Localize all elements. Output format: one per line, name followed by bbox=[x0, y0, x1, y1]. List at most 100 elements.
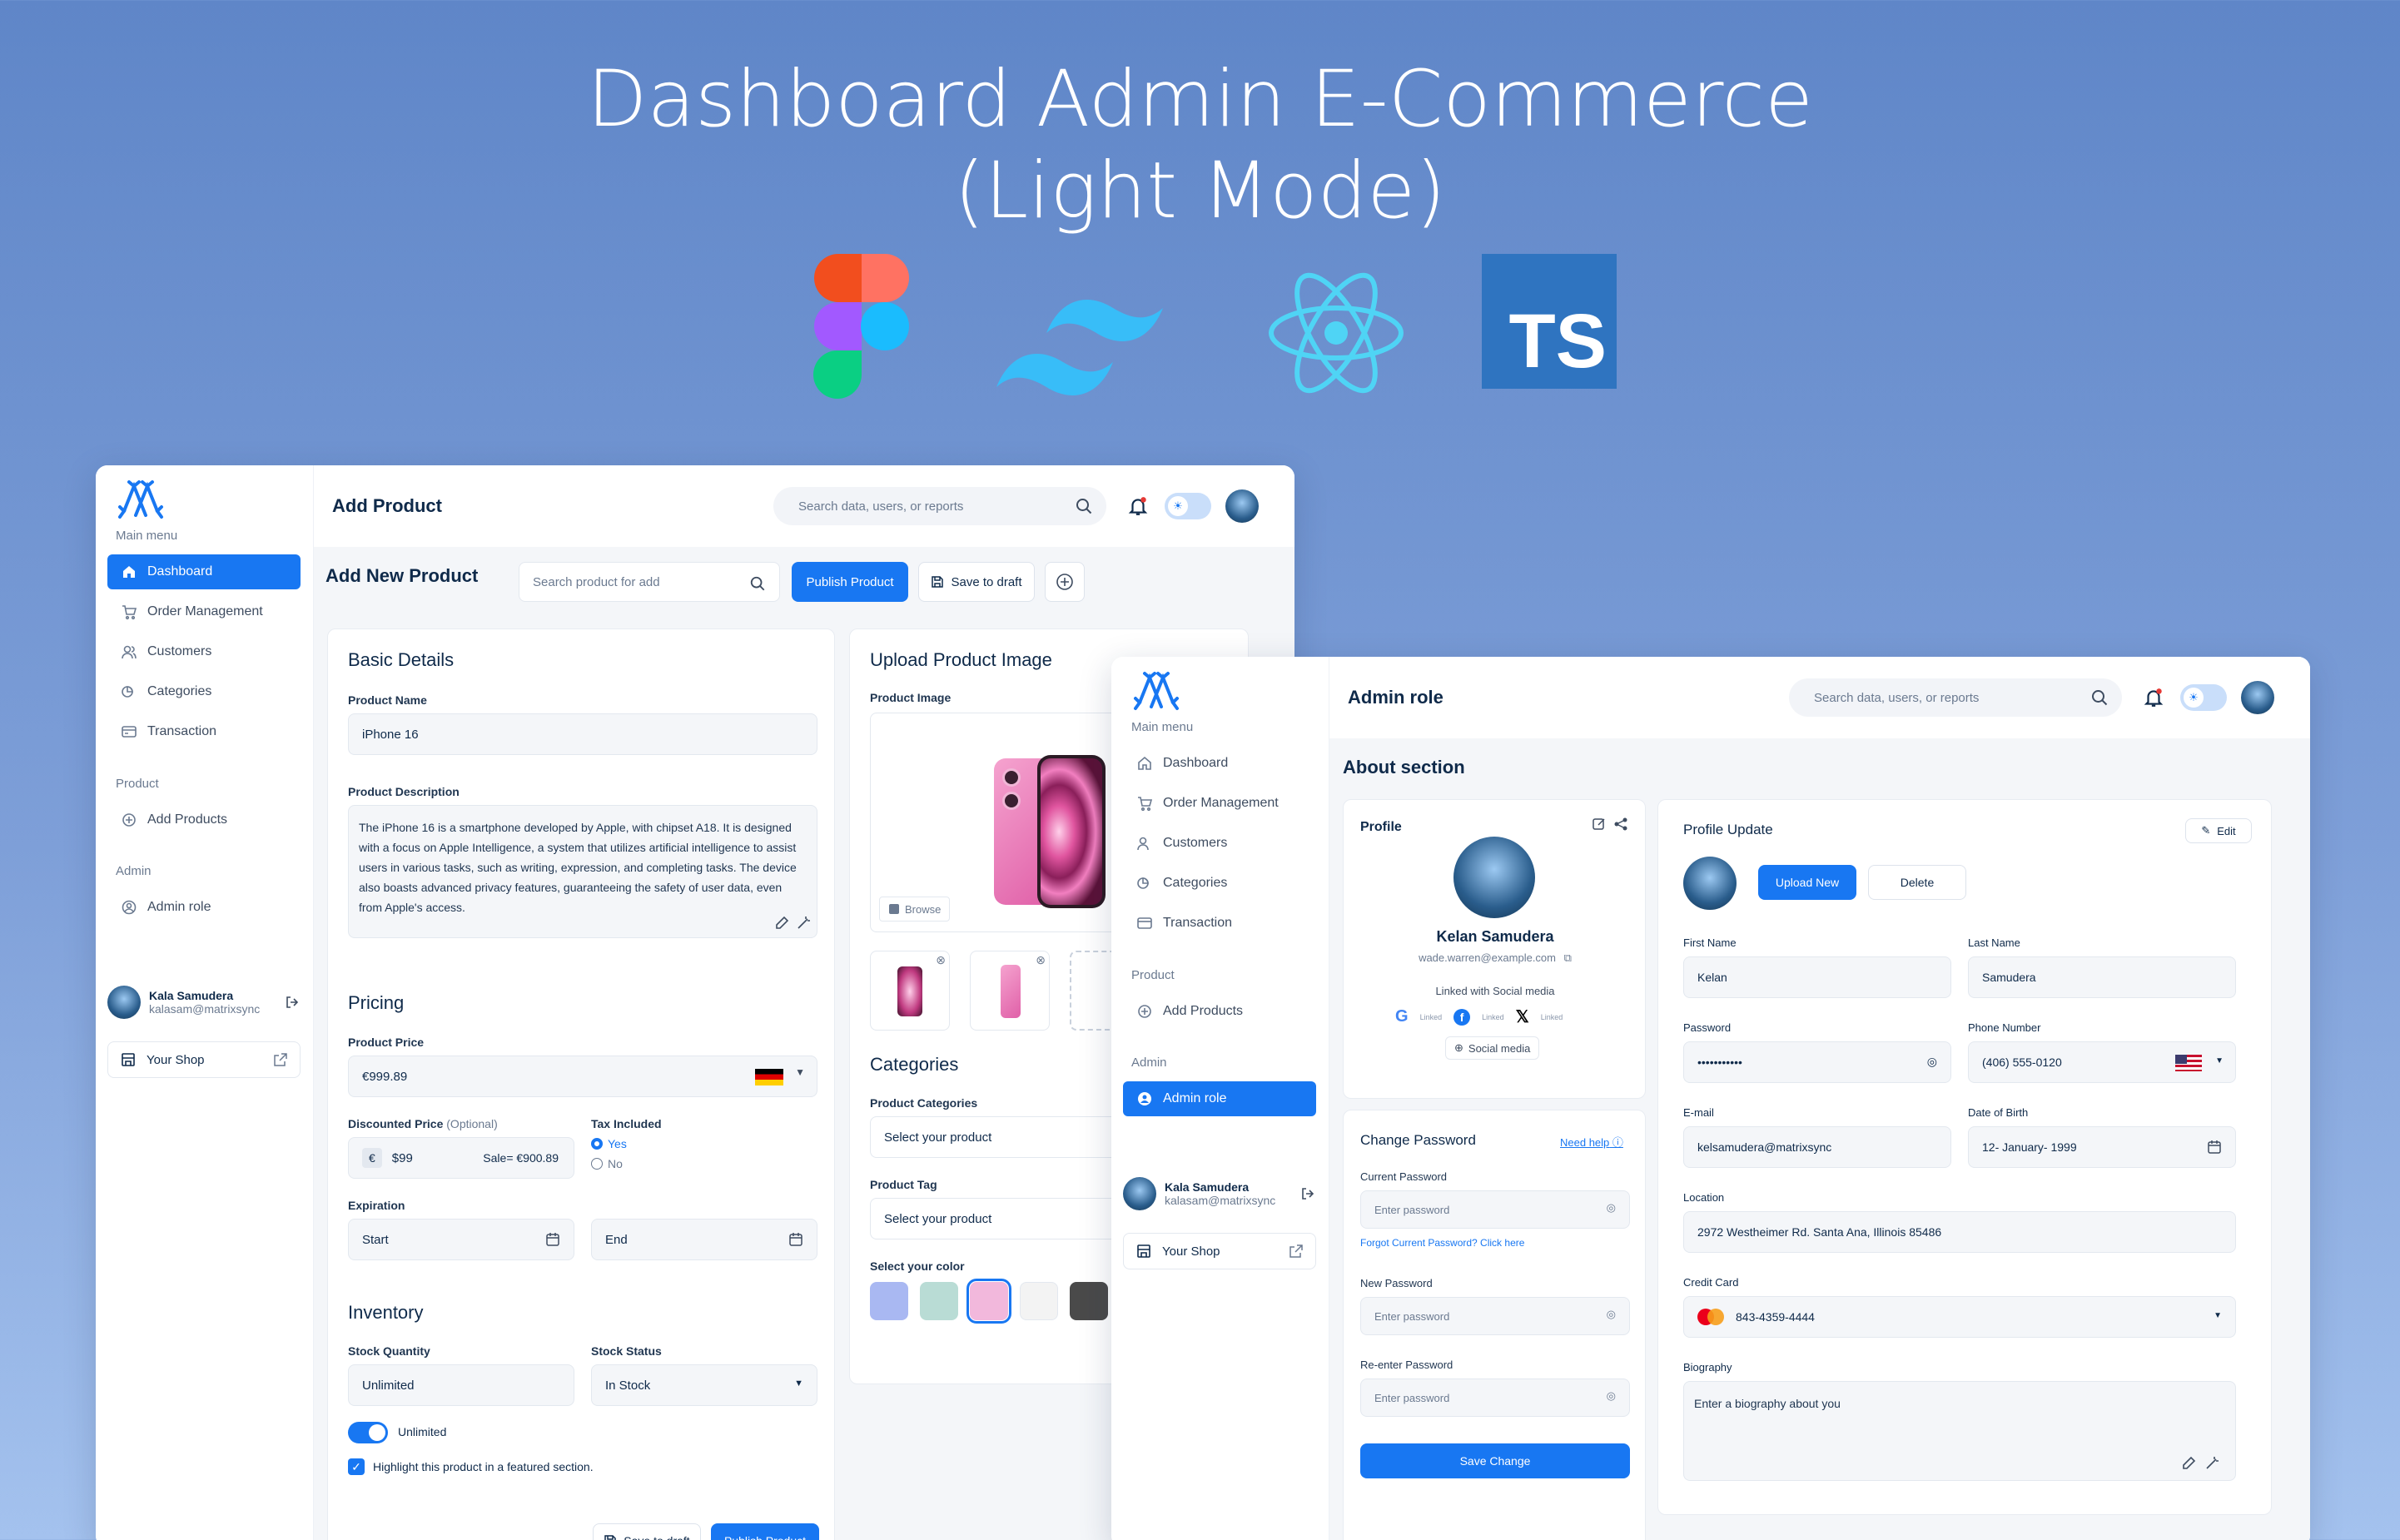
social-media-button[interactable]: ⊕ Social media bbox=[1445, 1036, 1540, 1060]
biography-input[interactable]: Enter a biography about you bbox=[1683, 1381, 2236, 1481]
tax-no-radio[interactable]: No bbox=[591, 1157, 623, 1170]
edit-icon[interactable] bbox=[774, 914, 791, 931]
expiration-start-input[interactable]: Start bbox=[348, 1219, 574, 1260]
sidebar-item-dashboard[interactable]: Dashboard bbox=[1123, 746, 1316, 781]
sidebar-item-customers[interactable]: Customers bbox=[107, 634, 301, 669]
credit-card-select[interactable]: 843-4359-4444 ▼ bbox=[1683, 1296, 2236, 1338]
theme-toggle[interactable]: ☀ bbox=[1165, 493, 1211, 519]
date-of-birth-input[interactable]: 12- January- 1999 bbox=[1968, 1126, 2236, 1168]
sidebar-item-transaction[interactable]: Transaction bbox=[1123, 906, 1316, 941]
location-input[interactable]: 2972 Westheimer Rd. Santa Ana, Illinois … bbox=[1683, 1211, 2236, 1253]
chevron-down-icon[interactable]: ▼ bbox=[795, 1066, 805, 1078]
search-product-input[interactable]: Search product for add bbox=[519, 562, 780, 602]
theme-toggle[interactable]: ☀ bbox=[2180, 684, 2227, 711]
browse-button[interactable]: Browse bbox=[879, 897, 951, 922]
last-name-input[interactable]: Samudera bbox=[1968, 956, 2236, 998]
first-name-input[interactable]: Kelan bbox=[1683, 956, 1951, 998]
eye-off-icon[interactable]: ◎ bbox=[1607, 1389, 1616, 1403]
search-input[interactable]: Search data, users, or reports bbox=[773, 487, 1106, 525]
color-swatch-pink-selected[interactable] bbox=[966, 1279, 1011, 1324]
sidebar-item-admin-role[interactable]: Admin role bbox=[107, 890, 301, 925]
avatar[interactable] bbox=[1123, 1177, 1156, 1210]
snowflake-logo-icon[interactable] bbox=[116, 474, 166, 524]
image-thumbnail[interactable]: ⊗ bbox=[870, 951, 950, 1031]
stock-quantity-label: Stock Quantity bbox=[348, 1344, 430, 1358]
x-icon[interactable]: 𝕏 bbox=[1516, 1006, 1529, 1027]
sidebar-item-transaction[interactable]: Transaction bbox=[107, 714, 301, 749]
logout-icon[interactable] bbox=[1299, 1185, 1316, 1202]
phone-number-input[interactable]: (406) 555-0120 ▼ bbox=[1968, 1041, 2236, 1083]
eye-off-icon[interactable]: ◎ bbox=[1607, 1308, 1616, 1321]
sidebar-item-dashboard[interactable]: Dashboard bbox=[107, 554, 301, 589]
calendar-icon[interactable] bbox=[2207, 1140, 2222, 1155]
avatar[interactable] bbox=[1225, 489, 1259, 523]
chevron-down-icon[interactable]: ▼ bbox=[2215, 1056, 2224, 1066]
your-shop-button[interactable]: Your Shop bbox=[1123, 1233, 1316, 1269]
delete-button[interactable]: Delete bbox=[1868, 865, 1966, 900]
save-draft-button[interactable]: Save to draft bbox=[593, 1523, 701, 1540]
remove-icon[interactable]: ⊗ bbox=[936, 953, 946, 967]
sidebar-item-order-management[interactable]: Order Management bbox=[107, 594, 301, 629]
eye-off-icon[interactable]: ◎ bbox=[1607, 1201, 1616, 1215]
snowflake-logo-icon[interactable] bbox=[1131, 665, 1181, 715]
sidebar-item-admin-role[interactable]: Admin role bbox=[1123, 1081, 1316, 1116]
your-shop-button[interactable]: Your Shop bbox=[107, 1041, 301, 1078]
product-name-input[interactable]: iPhone 16 bbox=[348, 713, 817, 755]
tax-yes-radio[interactable]: Yes bbox=[591, 1137, 627, 1150]
share-icon[interactable] bbox=[1613, 817, 1628, 832]
sidebar-item-categories[interactable]: Categories bbox=[107, 674, 301, 709]
eye-off-icon[interactable]: ◎ bbox=[1927, 1055, 1937, 1069]
save-change-button[interactable]: Save Change bbox=[1360, 1443, 1630, 1478]
publish-product-button[interactable]: Publish Product bbox=[711, 1523, 819, 1540]
image-thumbnail[interactable]: ⊗ bbox=[970, 951, 1050, 1031]
bell-icon[interactable] bbox=[2143, 687, 2164, 708]
facebook-icon[interactable]: f bbox=[1453, 1008, 1471, 1026]
avatar[interactable] bbox=[107, 986, 141, 1019]
copy-icon[interactable]: ⧉ bbox=[1564, 951, 1572, 964]
sidebar-item-order-management[interactable]: Order Management bbox=[1123, 786, 1316, 821]
stock-status-select[interactable]: In Stock ▼ bbox=[591, 1364, 817, 1406]
sidebar-item-add-products[interactable]: Add Products bbox=[107, 802, 301, 837]
reenter-password-input[interactable]: Enter password ◎ bbox=[1360, 1379, 1630, 1417]
avatar[interactable] bbox=[1683, 857, 1737, 910]
sidebar-item-categories[interactable]: Categories bbox=[1123, 866, 1316, 901]
search-input[interactable]: Search data, users, or reports bbox=[1789, 678, 2122, 717]
edit-button[interactable]: ✎ Edit bbox=[2185, 818, 2252, 843]
user-card: Kala Samudera kalasam@matrixsync bbox=[1123, 1170, 1316, 1217]
bell-icon[interactable] bbox=[1127, 495, 1149, 517]
edit-icon[interactable] bbox=[1592, 817, 1607, 832]
avatar[interactable] bbox=[2241, 681, 2274, 714]
remove-icon[interactable]: ⊗ bbox=[1036, 953, 1046, 967]
need-help-link[interactable]: Need help ⓘ bbox=[1560, 1134, 1623, 1150]
forgot-password-link[interactable]: Forgot Current Password? Click here bbox=[1360, 1237, 1524, 1249]
color-swatch-blue[interactable] bbox=[870, 1282, 908, 1320]
logout-icon[interactable] bbox=[284, 994, 301, 1011]
edit-icon[interactable] bbox=[2181, 1454, 2198, 1471]
current-password-input[interactable]: Enter password ◎ bbox=[1360, 1190, 1630, 1229]
upload-new-button[interactable]: Upload New bbox=[1758, 865, 1856, 900]
categories-icon bbox=[122, 686, 133, 698]
add-button[interactable] bbox=[1045, 562, 1085, 602]
google-icon[interactable]: G bbox=[1395, 1007, 1409, 1026]
email-field[interactable]: kelsamudera@matrixsync bbox=[1683, 1126, 1951, 1168]
sidebar-item-add-products[interactable]: Add Products bbox=[1123, 994, 1316, 1029]
chevron-down-icon[interactable]: ▼ bbox=[2214, 1311, 2222, 1320]
new-password-input[interactable]: Enter password ◎ bbox=[1360, 1297, 1630, 1335]
product-price-input[interactable]: €999.89 ▼ bbox=[348, 1056, 817, 1097]
color-swatch-white[interactable] bbox=[1020, 1282, 1058, 1320]
highlight-checkbox[interactable]: ✓ bbox=[348, 1458, 365, 1475]
avatar[interactable] bbox=[1453, 837, 1535, 918]
unlimited-toggle[interactable] bbox=[348, 1422, 388, 1443]
password-input[interactable]: ••••••••••• ◎ bbox=[1683, 1041, 1951, 1083]
magic-wand-icon[interactable] bbox=[2204, 1454, 2221, 1471]
product-description-input[interactable]: The iPhone 16 is a smartphone developed … bbox=[348, 805, 817, 938]
sidebar-item-customers[interactable]: Customers bbox=[1123, 826, 1316, 861]
expiration-end-input[interactable]: End bbox=[591, 1219, 817, 1260]
discounted-price-input[interactable]: € $99 Sale= €900.89 bbox=[348, 1137, 574, 1179]
stock-quantity-input[interactable]: Unlimited bbox=[348, 1364, 574, 1406]
color-swatch-mint[interactable] bbox=[920, 1282, 958, 1320]
save-draft-button[interactable]: Save to draft bbox=[918, 562, 1035, 602]
magic-wand-icon[interactable] bbox=[796, 914, 812, 931]
publish-product-button[interactable]: Publish Product bbox=[792, 562, 908, 602]
color-swatch-black[interactable] bbox=[1070, 1282, 1108, 1320]
